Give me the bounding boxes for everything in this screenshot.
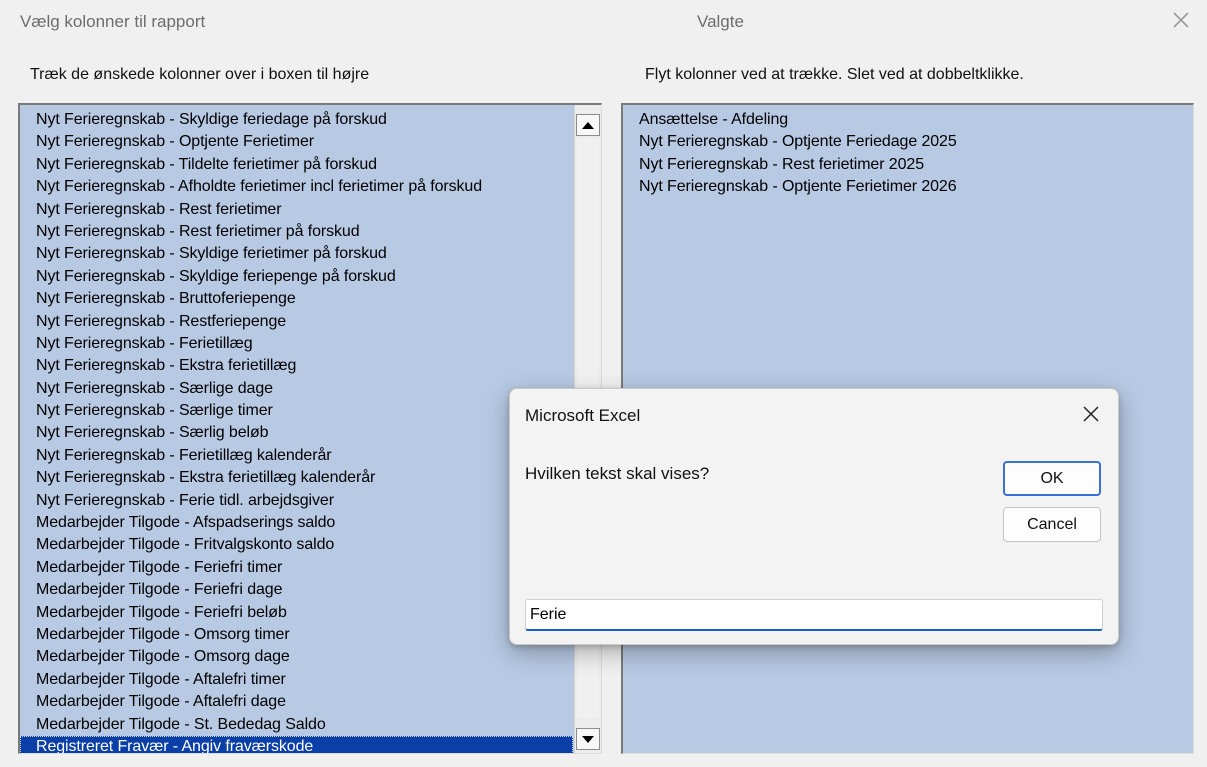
cancel-button[interactable]: Cancel bbox=[1003, 507, 1101, 542]
available-column-item[interactable]: Nyt Ferieregnskab - Optjente Ferietimer bbox=[20, 131, 573, 153]
available-column-item[interactable]: Medarbejder Tilgode - Omsorg dage bbox=[20, 646, 573, 668]
available-column-item[interactable]: Nyt Ferieregnskab - Ekstra ferietillæg bbox=[20, 355, 573, 377]
available-column-item[interactable]: Nyt Ferieregnskab - Skyldige ferietimer … bbox=[20, 243, 573, 265]
available-column-item[interactable]: Nyt Ferieregnskab - Ferie tidl. arbejdsg… bbox=[20, 490, 573, 512]
selected-panel-title: Valgte bbox=[697, 12, 744, 31]
scroll-down-button[interactable] bbox=[576, 728, 600, 750]
available-column-item[interactable]: Nyt Ferieregnskab - Rest ferietimer på f… bbox=[20, 221, 573, 243]
available-column-item[interactable]: Nyt Ferieregnskab - Særlig beløb bbox=[20, 422, 573, 444]
available-column-item[interactable]: Nyt Ferieregnskab - Ferietillæg bbox=[20, 333, 573, 355]
selected-columns-items: Ansættelse - Afdeling Nyt Ferieregnskab -… bbox=[623, 109, 1193, 199]
available-column-item[interactable]: Nyt Ferieregnskab - Bruttoferiepenge bbox=[20, 288, 573, 310]
selected-column-item[interactable]: Nyt Ferieregnskab - Rest ferietimer 2025 bbox=[623, 154, 1193, 176]
dialog-text-input[interactable] bbox=[525, 599, 1103, 631]
dialog-close-icon[interactable] bbox=[1078, 401, 1104, 427]
available-column-item[interactable]: Nyt Ferieregnskab - Ferietillæg kalender… bbox=[20, 445, 573, 467]
available-columns-items: Nyt Ferieregnskab - Skyldige feriedage p… bbox=[20, 109, 573, 753]
selected-column-item[interactable]: Nyt Ferieregnskab - Optjente Feriedage 2… bbox=[623, 131, 1193, 153]
available-column-item[interactable]: Nyt Ferieregnskab - Skyldige feriedage p… bbox=[20, 109, 573, 131]
arrow-down-icon bbox=[582, 735, 594, 743]
scroll-up-button[interactable] bbox=[576, 114, 600, 136]
window-close-icon[interactable] bbox=[1169, 8, 1193, 32]
available-column-item[interactable]: Nyt Ferieregnskab - Afholdte ferietimer … bbox=[20, 176, 573, 198]
input-dialog: Microsoft Excel Hvilken tekst skal vises… bbox=[509, 388, 1119, 645]
selected-column-item[interactable]: Ansættelse - Afdeling bbox=[623, 109, 1193, 131]
available-column-item[interactable]: Medarbejder Tilgode - Feriefri beløb bbox=[20, 602, 573, 624]
available-column-item[interactable]: Medarbejder Tilgode - Afspadserings sald… bbox=[20, 512, 573, 534]
available-column-item[interactable]: Registreret Fravær - Angiv fraværskode bbox=[20, 735, 573, 753]
available-column-item[interactable]: Nyt Ferieregnskab - Rest ferietimer bbox=[20, 199, 573, 221]
available-column-item[interactable]: Nyt Ferieregnskab - Restferiepenge bbox=[20, 311, 573, 333]
available-column-item[interactable]: Nyt Ferieregnskab - Særlige dage bbox=[20, 378, 573, 400]
available-column-item[interactable]: Medarbejder Tilgode - Feriefri dage bbox=[20, 579, 573, 601]
dialog-title: Microsoft Excel bbox=[525, 406, 641, 425]
available-column-item[interactable]: Medarbejder Tilgode - Aftalefri timer bbox=[20, 669, 573, 691]
available-column-item[interactable]: Medarbejder Tilgode - Fritvalgskonto sal… bbox=[20, 534, 573, 556]
available-column-item[interactable]: Nyt Ferieregnskab - Ekstra ferietillæg k… bbox=[20, 467, 573, 489]
available-instructions: Træk de ønskede kolonner over i boxen ti… bbox=[30, 66, 370, 83]
available-column-item[interactable]: Medarbejder Tilgode - Omsorg timer bbox=[20, 624, 573, 646]
available-column-item[interactable]: Nyt Ferieregnskab - Skyldige feriepenge … bbox=[20, 266, 573, 288]
selected-column-item[interactable]: Nyt Ferieregnskab - Optjente Ferietimer … bbox=[623, 176, 1193, 198]
dialog-prompt: Hvilken tekst skal vises? bbox=[525, 464, 710, 483]
window-title: Vælg kolonner til rapport bbox=[20, 12, 206, 31]
available-column-item[interactable]: Medarbejder Tilgode - Aftalefri dage bbox=[20, 691, 573, 713]
available-column-item[interactable]: Nyt Ferieregnskab - Tildelte ferietimer … bbox=[20, 154, 573, 176]
arrow-up-icon bbox=[582, 121, 594, 129]
selected-instructions: Flyt kolonner ved at trække. Slet ved at… bbox=[645, 66, 1024, 83]
available-column-item[interactable]: Nyt Ferieregnskab - Særlige timer bbox=[20, 400, 573, 422]
ok-button[interactable]: OK bbox=[1003, 461, 1101, 496]
available-column-item[interactable]: Medarbejder Tilgode - Feriefri timer bbox=[20, 557, 573, 579]
available-column-item[interactable]: Medarbejder Tilgode - St. Bededag Saldo bbox=[20, 714, 573, 736]
